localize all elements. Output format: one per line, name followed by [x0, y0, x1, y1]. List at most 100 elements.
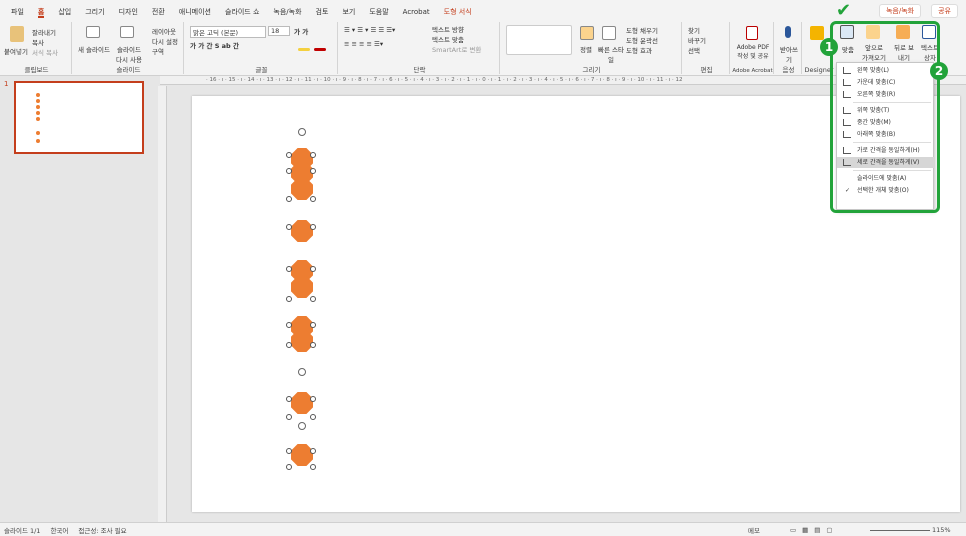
highlight-color-icon[interactable]	[298, 48, 310, 51]
zoom-level[interactable]: 115%	[932, 526, 951, 534]
rotation-handle[interactable]	[298, 368, 306, 376]
format-painter-button[interactable]: 서식 복사	[32, 47, 58, 57]
selection-handle[interactable]	[286, 414, 292, 420]
selection-handle[interactable]	[310, 464, 316, 470]
pdf-icon[interactable]	[746, 26, 758, 40]
selection-handle[interactable]	[310, 266, 316, 272]
tab-draw[interactable]: 그리기	[78, 0, 111, 20]
select-button[interactable]: 선택	[688, 45, 700, 55]
selection-handle[interactable]	[286, 168, 292, 174]
reuse-slide-button[interactable]: 슬라이드 다시 사용	[114, 44, 144, 64]
rotation-handle[interactable]	[298, 128, 306, 136]
tab-home[interactable]: 홈	[31, 0, 51, 20]
selection-handle[interactable]	[286, 196, 292, 202]
layout-button[interactable]: 레이아웃	[152, 26, 176, 36]
font-group: 맑은 고딕 (본문) 18 가 가 가 가 간 S ab 간 글꼴	[186, 22, 338, 74]
thumb-shape	[36, 105, 40, 109]
share-button[interactable]: 공유	[931, 4, 958, 18]
tab-file[interactable]: 파일	[4, 0, 31, 20]
paste-icon[interactable]	[10, 26, 24, 42]
selection-handle[interactable]	[286, 396, 292, 402]
selection-handle[interactable]	[310, 322, 316, 328]
selection-handle[interactable]	[286, 322, 292, 328]
selection-handle[interactable]	[310, 448, 316, 454]
zoom-slider[interactable]	[870, 530, 930, 531]
selection-handle[interactable]	[286, 464, 292, 470]
accessibility-check[interactable]: 접근성: 조사 필요	[78, 525, 126, 535]
paste-button[interactable]: 붙여넣기	[4, 46, 28, 56]
octagon-shape[interactable]	[291, 392, 313, 414]
font-name-input[interactable]: 맑은 고딕 (본문)	[190, 26, 266, 38]
tab-record[interactable]: 녹음/녹화	[266, 0, 308, 20]
selection-handle[interactable]	[286, 296, 292, 302]
selection-handle[interactable]	[286, 224, 292, 230]
octagon-shape[interactable]	[291, 444, 313, 466]
tab-animations[interactable]: 애니메이션	[172, 0, 218, 20]
tab-shape-format[interactable]: 도형 서식	[437, 0, 479, 20]
selection-handle[interactable]	[286, 152, 292, 158]
smartart-button[interactable]: SmartArt로 변환	[432, 44, 481, 54]
find-button[interactable]: 찾기	[688, 25, 700, 35]
tab-help[interactable]: 도움말	[362, 0, 395, 20]
arrange-icon[interactable]	[580, 26, 594, 40]
selection-handle[interactable]	[286, 342, 292, 348]
selection-handle[interactable]	[310, 224, 316, 230]
shape-fill-button[interactable]: 도형 채우기	[626, 25, 658, 35]
replace-button[interactable]: 바꾸기	[688, 35, 706, 45]
selection-handle[interactable]	[310, 396, 316, 402]
create-pdf-button[interactable]: Adobe PDF 작성 및 공유	[734, 44, 772, 60]
quick-styles-icon[interactable]	[602, 26, 616, 40]
microphone-icon[interactable]	[785, 26, 791, 38]
vertical-ruler	[158, 86, 167, 522]
text-direction-button[interactable]: 텍스트 방향	[432, 24, 464, 34]
align-icons[interactable]: ≡ ≡ ≡ ≡ ☰▾	[344, 40, 383, 48]
tab-transitions[interactable]: 전환	[145, 0, 172, 20]
font-grow-icon[interactable]: 가 가	[294, 26, 308, 36]
section-button[interactable]: 구역	[152, 46, 164, 56]
tab-view[interactable]: 보기	[335, 0, 362, 20]
font-size-input[interactable]: 18	[268, 26, 290, 36]
tab-slideshow[interactable]: 슬라이드 쇼	[218, 0, 266, 20]
dictate-button[interactable]: 받아쓰기	[778, 44, 800, 64]
arrange-button[interactable]: 정렬	[580, 44, 592, 54]
paragraph-label: 단락	[413, 66, 426, 74]
reset-button[interactable]: 다시 설정	[152, 36, 178, 46]
font-style-icons[interactable]: 가 가 간 S ab 간	[190, 40, 239, 50]
top-right-actions: 녹음/녹화 공유	[878, 4, 958, 18]
tab-acrobat[interactable]: Acrobat	[396, 0, 437, 20]
editing-label: 편집	[700, 66, 713, 74]
new-slide-button[interactable]: 새 슬라이드	[78, 44, 110, 54]
notes-button[interactable]: 메모	[748, 525, 760, 535]
slide-thumbnail-1[interactable]	[14, 81, 144, 154]
tab-design[interactable]: 디자인	[112, 0, 145, 20]
tab-insert[interactable]: 삽입	[51, 0, 78, 20]
shape-outline-button[interactable]: 도형 윤곽선	[626, 35, 658, 45]
selection-handle[interactable]	[286, 448, 292, 454]
shapes-gallery[interactable]	[506, 25, 572, 55]
selection-handle[interactable]	[310, 152, 316, 158]
copy-button[interactable]: 복사	[32, 37, 44, 47]
shape-effects-button[interactable]: 도형 효과	[626, 45, 652, 55]
selection-handle[interactable]	[310, 414, 316, 420]
acrobat-label: Adobe Acrobat	[732, 68, 773, 74]
selection-handle[interactable]	[310, 196, 316, 202]
font-color-icon[interactable]	[314, 48, 326, 51]
octagon-shape[interactable]	[291, 220, 313, 242]
language-indicator[interactable]: 한국어	[50, 525, 68, 535]
selection-handle[interactable]	[286, 266, 292, 272]
selection-handle[interactable]	[310, 342, 316, 348]
octagon-shape[interactable]	[291, 276, 313, 298]
selection-handle[interactable]	[310, 168, 316, 174]
list-icons[interactable]: ☰ ▾ ☰ ▾ ☰ ☰ ☰▾	[344, 26, 395, 34]
designer-icon[interactable]	[810, 26, 824, 40]
quick-styles-button[interactable]: 빠른 스타일	[598, 44, 624, 64]
new-slide-icon[interactable]	[86, 26, 100, 38]
cut-button[interactable]: 잘라내기	[32, 27, 56, 37]
rotation-handle[interactable]	[298, 422, 306, 430]
selection-handle[interactable]	[310, 296, 316, 302]
align-text-button[interactable]: 텍스트 맞춤	[432, 34, 464, 44]
view-buttons[interactable]: ▭▦▤▢	[790, 526, 839, 534]
reuse-slide-icon[interactable]	[120, 26, 134, 38]
record-button[interactable]: 녹음/녹화	[878, 4, 922, 18]
tab-review[interactable]: 검토	[309, 0, 336, 20]
